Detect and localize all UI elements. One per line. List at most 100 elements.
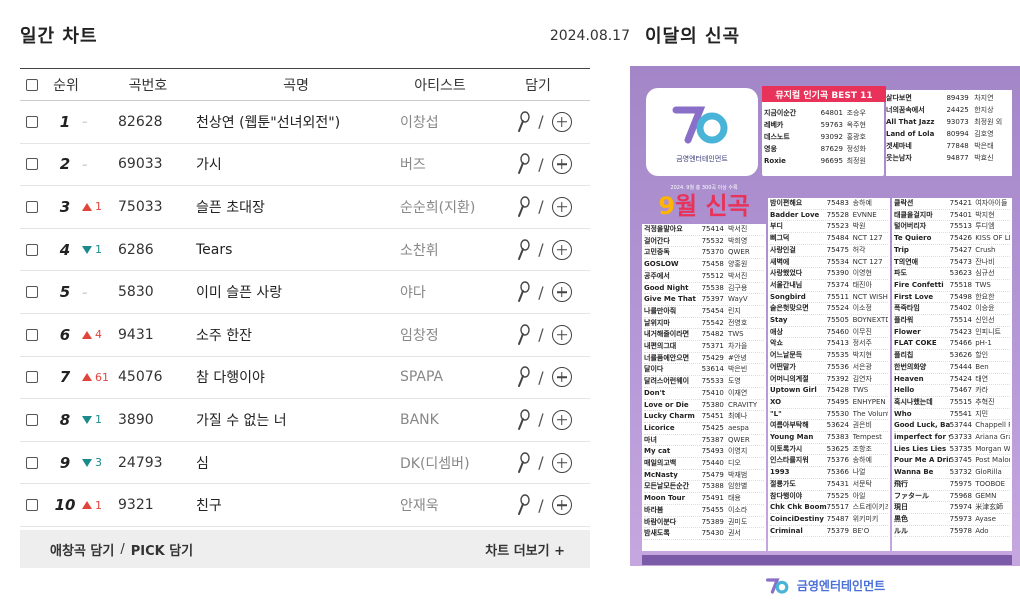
add-plus-icon[interactable] [551, 154, 572, 175]
rank-change: 1 [95, 498, 102, 512]
poster-song-artist: Ayase [975, 514, 996, 523]
song-artist[interactable]: SPAPA [400, 357, 520, 399]
row-checkbox[interactable] [26, 413, 38, 426]
poster-song-item: 너를품에안으면 75429 #안녕 [644, 353, 764, 365]
add-plus-icon[interactable] [551, 495, 572, 516]
chart-row[interactable]: 4 1 6286 Tears 소찬휘 / [20, 229, 590, 272]
row-checkbox-cell [25, 271, 39, 313]
song-artist[interactable]: DK(디셈버) [400, 442, 520, 484]
chart-row[interactable]: 3 1 75033 슬픈 초대장 순순희(지환) / [20, 186, 590, 229]
poster-song-title: 1993 [770, 468, 790, 477]
add-plus-icon[interactable] [551, 452, 572, 473]
poster-song-item: 1993 75366 나얼 [770, 467, 888, 479]
song-artist[interactable]: 순순희(지환) [400, 186, 520, 228]
microphone-icon[interactable] [516, 153, 530, 175]
song-title[interactable]: 친구 [196, 484, 396, 526]
poster-song-number: 75475 [826, 245, 849, 254]
add-plus-icon[interactable] [551, 282, 572, 303]
row-checkbox[interactable] [26, 158, 38, 171]
row-checkbox[interactable] [26, 286, 38, 299]
song-title[interactable]: 이미 슬픈 사랑 [196, 271, 396, 313]
row-checkbox[interactable] [26, 243, 38, 256]
microphone-icon[interactable] [516, 494, 530, 516]
poster-song-item: All That Jazz 93073 최정원 외 [886, 116, 1012, 128]
add-plus-icon[interactable] [551, 111, 572, 132]
row-checkbox[interactable] [26, 371, 38, 384]
microphone-icon[interactable] [516, 281, 530, 303]
poster-song-title: Land of Lola [886, 130, 935, 138]
row-checkbox[interactable] [26, 499, 38, 512]
chart-row[interactable]: 5– 5830 이미 슬픈 사랑 야다 / [20, 271, 590, 314]
poster-song-item: Hello 75467 카라 [894, 385, 1010, 397]
chart-row[interactable]: 9 3 24793 심 DK(디셈버) / [20, 442, 590, 485]
song-title[interactable]: 슬픈 초대장 [196, 186, 396, 228]
chart-row[interactable]: 6 4 9431 소주 한잔 임창정 / [20, 314, 590, 357]
poster-song-title: FLAT COKE [894, 339, 937, 348]
add-plus-icon[interactable] [551, 324, 572, 345]
poster-song-title: 사랑인걸 [770, 245, 796, 254]
poster-song-number: 75425 [701, 423, 724, 432]
poster-song-title: 애상 [770, 327, 783, 336]
song-artist[interactable]: 야다 [400, 271, 520, 313]
microphone-icon[interactable] [516, 324, 530, 346]
chart-row[interactable]: 1– 82628 천상연 (웹툰"선녀외전") 이창섭 / [20, 101, 590, 144]
poster-song-artist: 박효신 [974, 154, 994, 162]
microphone-icon[interactable] [516, 366, 530, 388]
rank-up-icon [82, 330, 92, 339]
select-all-checkbox[interactable] [26, 78, 38, 91]
chart-row[interactable]: 2– 69033 가시 버즈 / [20, 144, 590, 187]
microphone-icon[interactable] [516, 409, 530, 431]
poster-song-item: 飛行 75975 TOOBOE [894, 479, 1010, 491]
song-artist[interactable]: 소찬휘 [400, 229, 520, 271]
poster-song-title: 黒色 [894, 514, 908, 523]
row-checkbox[interactable] [26, 115, 38, 128]
microphone-icon[interactable] [516, 111, 530, 133]
monthly-poster[interactable]: 금영엔터테인먼트 지금이순간 64801 조승우 레베카 59763 옥주현 데스노트 930… [630, 66, 1020, 605]
microphone-icon[interactable] [516, 238, 530, 261]
song-artist[interactable]: 이창섭 [400, 101, 520, 143]
song-title[interactable]: 가질 수 없는 너 [196, 399, 396, 441]
add-plus-icon[interactable] [551, 409, 572, 430]
chart-more-link[interactable]: 차트 더보기 + [485, 530, 565, 568]
poster-song-title: Love or Die [644, 400, 689, 409]
add-plus-icon[interactable] [551, 367, 572, 388]
poster-song-artist: Ben [975, 362, 989, 371]
chart-row[interactable]: 10 1 9321 친구 안재욱 / [20, 484, 590, 527]
song-title[interactable]: 참 다행이야 [196, 357, 396, 399]
poster-company-name: 금영엔터테인먼트 [676, 155, 728, 163]
microphone-icon[interactable] [516, 451, 530, 474]
poster-song-artist: GEMN [975, 491, 997, 500]
row-checkbox[interactable] [26, 328, 38, 341]
poster-song-number: 75974 [949, 503, 972, 512]
poster-song-title: imperfect for you [894, 433, 950, 442]
song-artist[interactable]: 버즈 [400, 144, 520, 186]
chart-row[interactable]: 7 61 45076 참 다행이야 SPAPA / [20, 357, 590, 400]
row-checkbox[interactable] [26, 456, 38, 469]
row-checkbox[interactable] [26, 200, 38, 213]
song-title[interactable]: 천상연 (웹툰"선녀외전") [196, 101, 396, 143]
poster-song-title: 털어버리자 [894, 222, 927, 231]
poster-song-artist: 최정원 외 [974, 118, 1003, 126]
chart-row[interactable]: 8 1 3890 가질 수 없는 너 BANK / [20, 399, 590, 442]
song-artist[interactable]: 안재욱 [400, 484, 520, 526]
song-number: 3890 [118, 411, 154, 428]
poster-song-item: Flower 75423 인피니트 [894, 327, 1010, 339]
song-title[interactable]: Tears [196, 229, 396, 271]
action-separator: / [538, 410, 544, 430]
ky-logo-icon [672, 106, 728, 144]
poster-song-artist: 홍광호 [846, 133, 866, 141]
song-title[interactable]: 가시 [196, 144, 396, 186]
song-artist[interactable]: BANK [400, 399, 520, 441]
pick-save-link[interactable]: PICK 담기 [131, 540, 193, 559]
song-title[interactable]: 심 [196, 442, 396, 484]
microphone-icon[interactable] [516, 196, 530, 218]
poster-song-artist: NCT 127 [852, 234, 883, 243]
row-actions: / [508, 186, 580, 228]
favorite-save-link[interactable]: 애창곡 담기 [50, 540, 114, 559]
song-artist[interactable]: 임창정 [400, 314, 520, 356]
poster-song-number: 80994 [946, 130, 969, 138]
add-plus-icon[interactable] [551, 239, 572, 260]
poster-song-item: 플라워 75514 신인선 [894, 315, 1010, 327]
song-title[interactable]: 소주 한잔 [196, 314, 396, 356]
add-plus-icon[interactable] [551, 196, 572, 217]
